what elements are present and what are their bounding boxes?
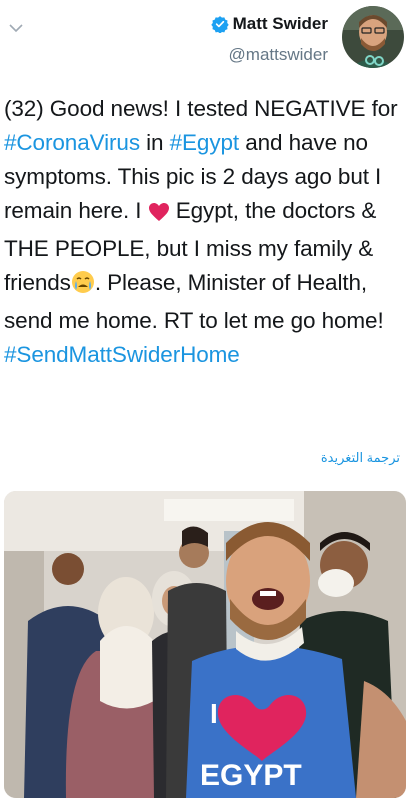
shirt-letter: I	[210, 698, 218, 729]
hashtag-link[interactable]: #CoronaVirus	[4, 130, 140, 155]
shirt-text: EGYPT	[200, 759, 302, 792]
author-handle[interactable]: @mattswider	[229, 45, 328, 65]
tweet-text-segment: (32) Good news! I tested NEGATIVE for	[4, 96, 398, 121]
crying-face-emoji	[71, 270, 95, 304]
tweet-text-segment: in	[139, 130, 170, 155]
tweet-header: Matt Swider @mattswider	[0, 0, 408, 80]
heart-emoji	[148, 198, 170, 232]
avatar-image	[342, 6, 404, 68]
hashtag-link[interactable]: #SendMattSwiderHome	[4, 342, 240, 367]
tweet-text: (32) Good news! I tested NEGATIVE for #C…	[4, 92, 404, 372]
author-display-name: Matt Swider	[232, 14, 328, 33]
hashtag-link[interactable]: #Egypt	[170, 130, 240, 155]
chevron-down-icon[interactable]	[8, 22, 24, 34]
author-name-row[interactable]: Matt Swider	[210, 14, 328, 34]
avatar[interactable]	[342, 6, 404, 68]
translate-tweet-link[interactable]: ترجمة التغريدة	[321, 450, 400, 466]
verified-badge-icon	[210, 16, 229, 33]
photo-image: I EGYPT	[4, 491, 406, 798]
tweet-photo[interactable]: I EGYPT	[4, 491, 406, 798]
